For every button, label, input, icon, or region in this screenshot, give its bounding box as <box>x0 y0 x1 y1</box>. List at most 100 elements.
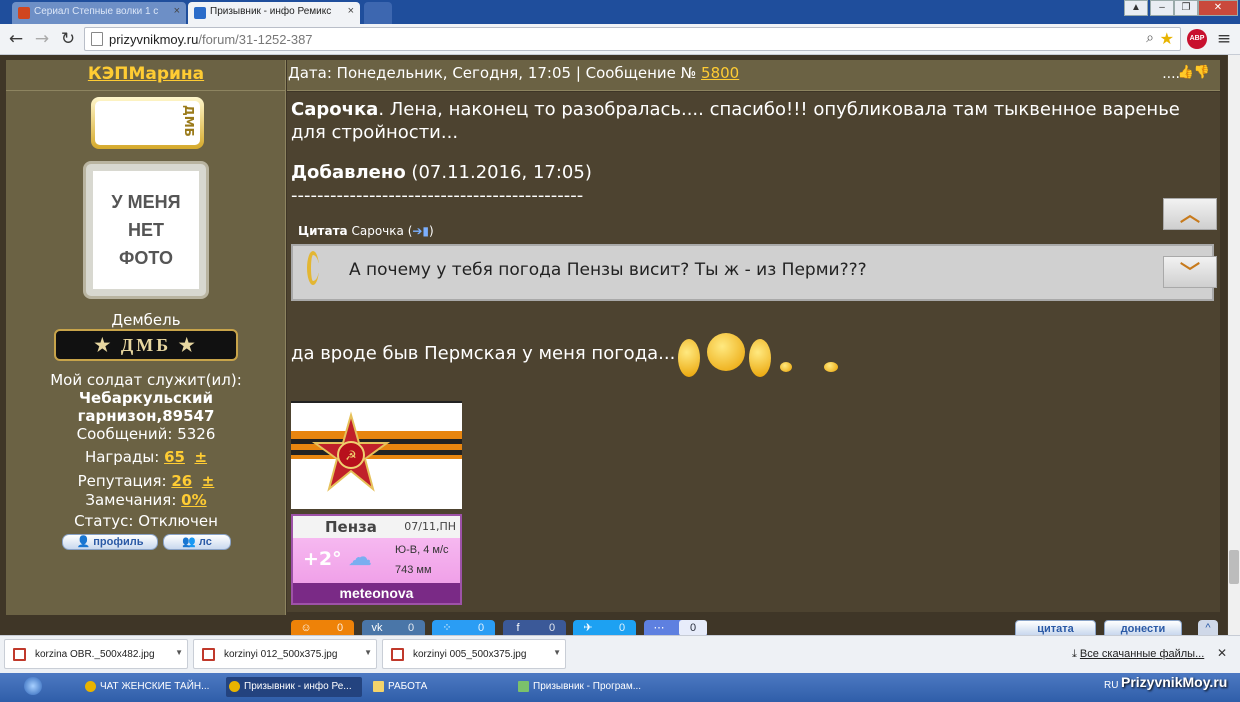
back-icon[interactable]: ← <box>6 29 26 49</box>
quote-button[interactable]: цитата <box>1015 620 1096 636</box>
page-scrollbar[interactable] <box>1228 55 1240 635</box>
share-twitter-button[interactable]: ✈ 0 <box>573 620 636 636</box>
chevron-down-icon[interactable]: ▼ <box>364 648 372 657</box>
close-shelf-icon[interactable]: ✕ <box>1217 646 1227 660</box>
browser-toolbar: ← → ↻ prizyvnikmoy.ru/forum/31-1252-387 … <box>0 24 1240 55</box>
quote-header: Цитата Сарочка (➔▮) <box>298 224 434 238</box>
taskbar-item[interactable]: Призывник - инфо Ре... <box>226 677 362 697</box>
quote-text: А почему у тебя погода Пензы висит? Ты ж… <box>349 260 867 280</box>
remarks-link[interactable]: 0% <box>181 491 206 509</box>
reputation-plusminus-link[interactable]: ± <box>202 472 215 490</box>
site-watermark: PrizyvnikMoy.ru <box>1121 674 1228 690</box>
share-count: 0 <box>477 622 485 634</box>
start-button[interactable] <box>24 677 42 695</box>
awards-link[interactable]: 65 <box>164 448 185 466</box>
added-date: (07.11.2016, 17:05) <box>405 162 592 183</box>
user-icon[interactable]: ▲ <box>1124 0 1148 16</box>
scroll-down-button[interactable]: ﹀ <box>1163 256 1217 288</box>
messages-label: Сообщений: <box>76 425 173 443</box>
to-top-icon[interactable]: ^ <box>1198 620 1218 636</box>
thumbs-up-smiley-icon <box>678 339 700 377</box>
new-tab-button[interactable] <box>364 2 392 24</box>
page-icon <box>91 32 103 46</box>
close-window-button[interactable]: ✕ <box>1198 0 1238 16</box>
scrollbar-thumb[interactable] <box>1229 550 1239 584</box>
weather-widget[interactable]: Пенза 07/11,ПН +2° ☁ Ю-В, 4 м/с 743 мм m… <box>291 514 462 605</box>
taskbar-item[interactable]: ЧАТ ЖЕНСКИЕ ТАЙН... <box>82 677 212 697</box>
awards-plusminus-link[interactable]: ± <box>194 448 207 466</box>
taskbar-item[interactable]: РАБОТА <box>370 677 500 697</box>
user-rank: Дембель <box>111 311 181 329</box>
close-tab-icon[interactable]: × <box>348 5 354 17</box>
zoom-icon[interactable]: ⌕ <box>1146 30 1154 46</box>
messages-count: Сообщений: 5326 <box>6 425 286 443</box>
download-item[interactable]: korzinyi 012_500x375.jpg ▼ <box>193 639 377 669</box>
share-more-button[interactable]: ⋯ 0 <box>644 620 707 636</box>
status-label: Статус: <box>74 512 134 530</box>
quote-link-icon[interactable]: ➔▮ <box>412 224 429 238</box>
minimize-button[interactable]: – <box>1150 0 1174 16</box>
download-item[interactable]: korzina OBR._500x482.jpg ▼ <box>4 639 188 669</box>
forward-icon[interactable]: → <box>32 29 52 49</box>
image-file-icon <box>391 648 404 661</box>
tab-prizyvnik[interactable]: Призывник - инфо Ремикс × <box>188 2 360 24</box>
share-vk-button[interactable]: vk 0 <box>362 620 425 636</box>
image-file-icon <box>202 648 215 661</box>
share-count: 0 <box>679 620 707 636</box>
profile-label: профиль <box>93 536 144 548</box>
reply-text: да вроде быв Пермская у меня погода... <box>291 343 676 364</box>
soldier-place: Чебаркульский <box>78 389 214 407</box>
status-value: Отключен <box>138 512 218 530</box>
reputation-row: Репутация: 26 ± <box>6 472 286 490</box>
rank-badge-text: ДМБ <box>182 105 196 137</box>
chevron-down-icon[interactable]: ▼ <box>553 648 561 657</box>
taskbar-item[interactable]: Призывник - Програм... <box>515 677 655 697</box>
chevron-down-icon[interactable]: ▼ <box>175 648 183 657</box>
quote-box: А почему у тебя погода Пензы висит? Ты ж… <box>291 244 1214 301</box>
folder-icon <box>373 681 384 692</box>
all-downloads-link[interactable]: ⤓ Все скачанные файлы... <box>1072 648 1204 661</box>
reload-icon[interactable]: ↻ <box>58 29 78 49</box>
messages-value: 5326 <box>177 425 216 443</box>
weather-brand: meteonova <box>293 583 460 603</box>
username-link[interactable]: КЭПМарина <box>6 60 286 91</box>
twitter-icon: ✈ <box>583 622 593 634</box>
share-facebook-button[interactable]: f0 <box>503 620 566 636</box>
maximize-button[interactable]: ❐ <box>1174 0 1198 16</box>
mention: Сарочка <box>291 99 379 120</box>
download-item[interactable]: korzinyi 005_500x375.jpg ▼ <box>382 639 566 669</box>
tab-favicon-icon <box>194 7 206 19</box>
status-row: Статус: Отключен <box>6 512 286 530</box>
url-host: prizyvnikmoy.ru <box>109 32 199 47</box>
laughing-smiley-icon <box>707 333 745 371</box>
pm-button[interactable]: 👥 лс <box>163 534 231 550</box>
post-line-1: Сарочка. Лена, наконец то разобралась...… <box>291 98 1180 121</box>
share-ok-button[interactable]: ☺ 0 <box>291 620 354 636</box>
menu-icon[interactable]: ≡ <box>1214 29 1234 49</box>
share-count: 0 <box>548 622 556 634</box>
scroll-up-button[interactable]: ︿ <box>1163 198 1217 230</box>
bookmark-star-icon[interactable]: ★ <box>1160 29 1174 48</box>
report-button[interactable]: донести <box>1104 620 1182 636</box>
address-bar[interactable]: prizyvnikmoy.ru/forum/31-1252-387 ⌕ ★ <box>84 27 1181 51</box>
profile-button[interactable]: 👤 профиль <box>62 534 158 550</box>
rate-thumbs-icon[interactable]: 👍👎 <box>1178 65 1210 80</box>
avatar: У МЕНЯ НЕТ ФОТО <box>83 161 209 299</box>
order-star-icon: ☭ <box>291 411 462 492</box>
adblock-icon[interactable]: ABP <box>1187 29 1207 49</box>
share-count: 0 <box>336 622 344 634</box>
weather-pressure: 743 мм <box>395 564 432 576</box>
rank-plaque: ★ ДМБ ★ <box>54 329 238 361</box>
close-tab-icon[interactable]: × <box>174 5 180 17</box>
added-label: Добавлено <box>291 162 406 183</box>
share-mailru-button[interactable]: ⁘ 0 <box>432 620 495 636</box>
language-indicator[interactable]: RU <box>1104 680 1118 691</box>
tab-serial[interactable]: Сериал Степные волки 1 с × <box>12 2 186 24</box>
separator-line: ----------------------------------------… <box>291 185 584 206</box>
post-text: . Лена, наконец то разобралась.... спаси… <box>378 99 1180 120</box>
url-text[interactable]: prizyvnikmoy.ru/forum/31-1252-387 <box>109 32 313 47</box>
post-number-link[interactable]: 5800 <box>701 64 739 82</box>
reputation-link[interactable]: 26 <box>171 472 192 490</box>
taskbar-label: РАБОТА <box>388 681 428 692</box>
post-header: Дата: Понедельник, Сегодня, 17:05 | Сооб… <box>287 60 1220 91</box>
